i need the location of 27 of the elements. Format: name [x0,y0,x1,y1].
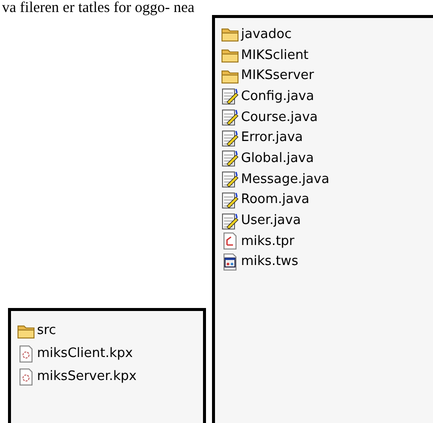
file-name[interactable]: miks.tws [241,254,298,270]
file-name[interactable]: User.java [241,213,301,228]
file-name[interactable]: Message.java [241,172,330,187]
file-name[interactable]: miks.tpr [241,234,294,249]
file-name[interactable]: miksServer.kpx [37,369,137,384]
notepad-pen-icon [221,212,239,230]
file-name[interactable]: MIKSserver [241,68,314,84]
document-icon [17,344,35,362]
document-icon [221,232,239,250]
file-name[interactable]: Global.java [241,150,314,166]
file-name[interactable]: Course.java [241,110,318,125]
window-icon [221,252,239,271]
notepad-pen-icon [221,128,239,147]
notepad-pen-icon [221,149,239,168]
file-name[interactable]: Config.java [241,88,314,104]
file-name[interactable]: miksClient.kpx [37,346,133,361]
caption-text: va fileren er tatles for oggo- nea [1,0,196,15]
file-name[interactable]: javadoc [241,26,292,42]
file-name[interactable]: MIKSclient [241,48,309,63]
file-name[interactable]: src [37,323,56,338]
notepad-pen-icon [221,87,239,106]
file-name[interactable]: Room.java [241,192,310,208]
notepad-pen-icon [221,108,239,126]
notepad-pen-icon [221,170,239,188]
document-icon [17,368,35,386]
notepad-pen-icon [221,190,239,209]
file-name[interactable]: Error.java [241,130,303,146]
